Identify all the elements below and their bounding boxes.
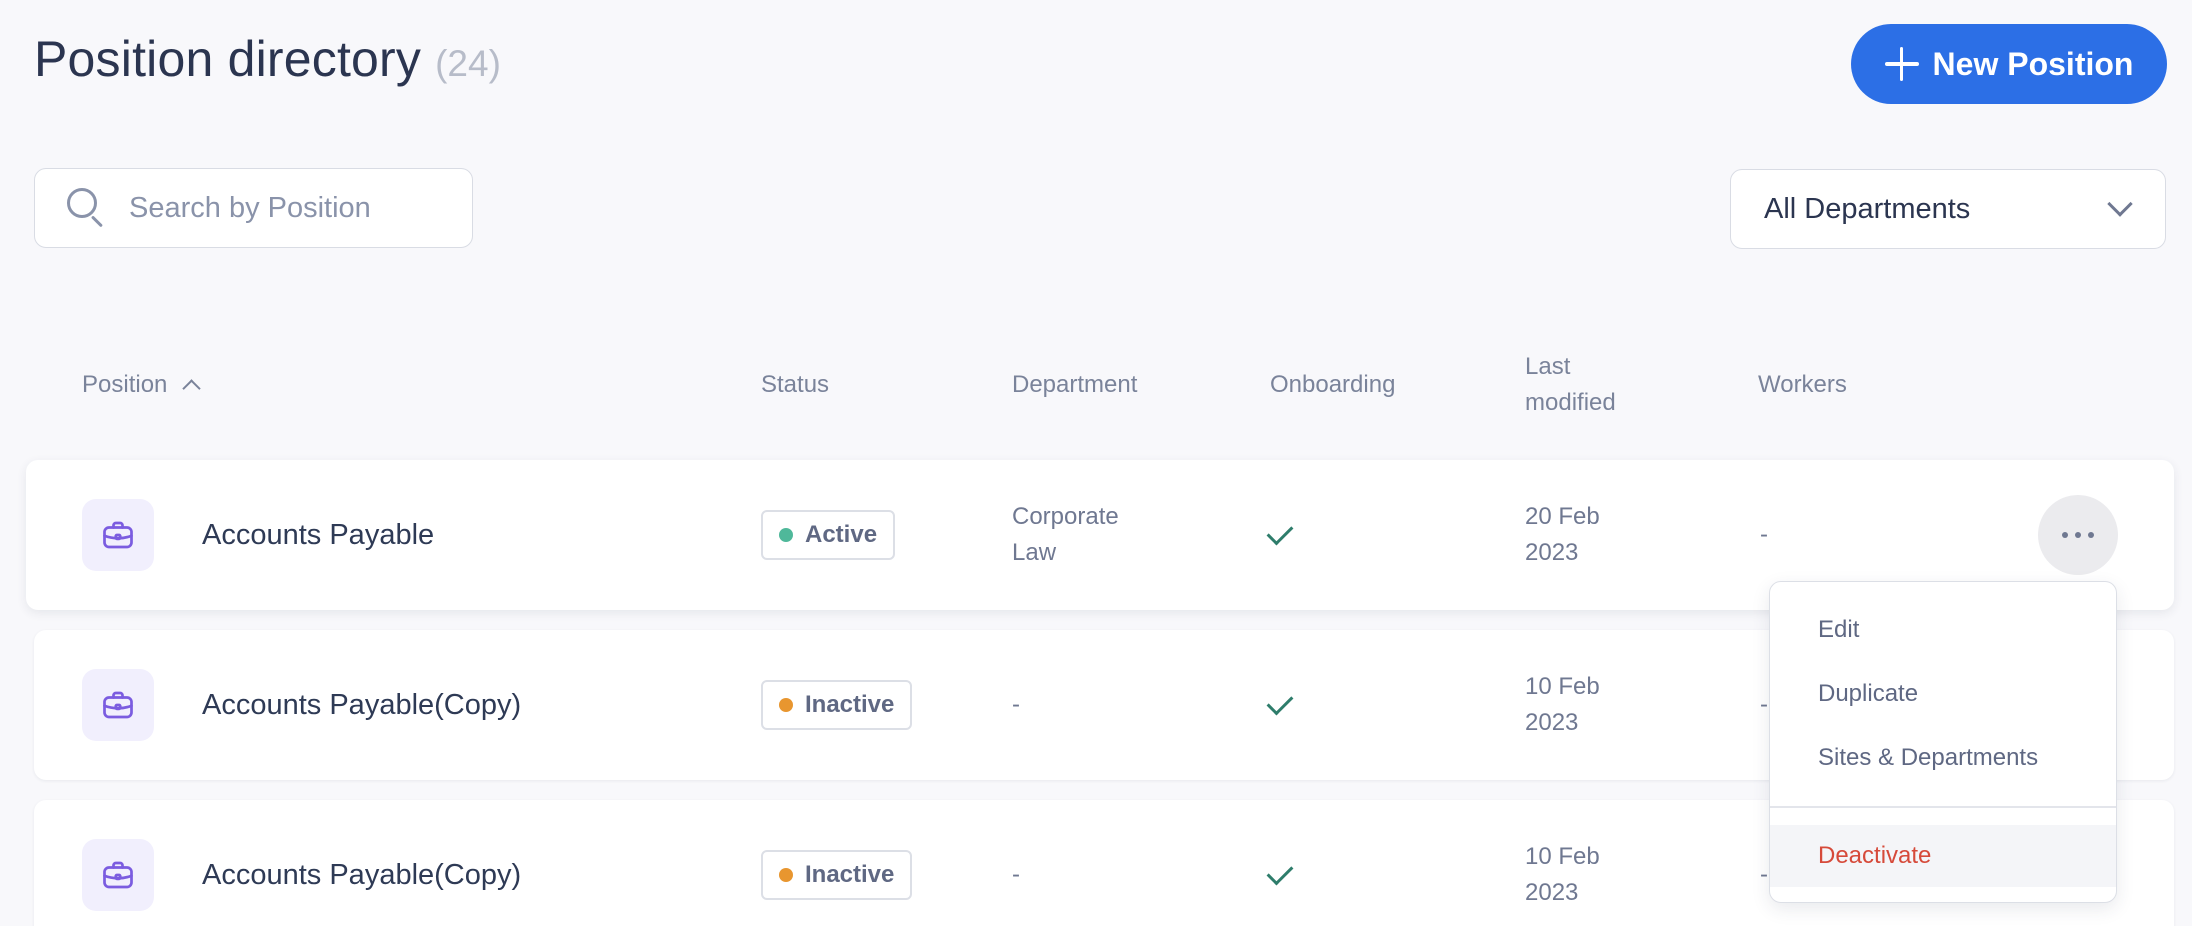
workers-cell: - xyxy=(1760,691,1768,718)
status-dot xyxy=(779,528,793,542)
last-modified-cell: 10 Feb 2023 xyxy=(1525,843,1600,906)
checkmark-icon xyxy=(1266,518,1294,546)
position-name[interactable]: Accounts Payable(Copy) xyxy=(202,687,521,723)
position-directory-page: Position directory (24) New Position All… xyxy=(0,0,2192,926)
column-header-onboarding: Onboarding xyxy=(1270,371,1396,398)
status-label: Inactive xyxy=(805,691,895,718)
department-filter-value: All Departments xyxy=(1764,192,1971,225)
status-badge: Inactive xyxy=(761,850,913,900)
last-modified-cell: 10 Feb 2023 xyxy=(1525,673,1600,736)
department-cell: - xyxy=(1012,691,1020,718)
chevron-up-icon xyxy=(182,379,202,398)
search-input[interactable] xyxy=(129,191,459,225)
status-badge: Inactive xyxy=(761,680,913,730)
menu-item-duplicate[interactable]: Duplicate xyxy=(1770,663,2116,725)
status-label: Inactive xyxy=(805,861,895,888)
column-header-workers: Workers xyxy=(1758,371,1847,398)
status-dot xyxy=(779,868,793,882)
briefcase-icon xyxy=(82,499,154,571)
status-badge: Active xyxy=(761,510,896,560)
workers-cell: - xyxy=(1760,861,1768,888)
department-filter-select[interactable]: All Departments xyxy=(1730,169,2166,249)
column-header-position[interactable]: Position xyxy=(82,367,202,403)
chevron-down-icon xyxy=(2107,191,2133,217)
checkmark-icon xyxy=(1266,858,1294,886)
position-name[interactable]: Accounts Payable(Copy) xyxy=(202,857,521,893)
menu-item-edit[interactable]: Edit xyxy=(1770,599,2116,661)
row-actions-menu: Edit Duplicate Sites & Departments Deact… xyxy=(1769,581,2117,903)
department-cell: Corporate Law xyxy=(1012,503,1119,566)
column-header-position-label: Position xyxy=(82,371,168,398)
new-position-button[interactable]: New Position xyxy=(1851,24,2167,104)
page-header: Position directory (24) xyxy=(34,30,501,88)
status-dot xyxy=(779,698,793,712)
column-header-department: Department xyxy=(1012,371,1138,398)
briefcase-icon xyxy=(82,839,154,911)
status-label: Active xyxy=(805,521,878,548)
workers-cell: - xyxy=(1760,521,1768,548)
briefcase-icon xyxy=(82,669,154,741)
more-horizontal-icon[interactable] xyxy=(2038,495,2118,575)
checkmark-icon xyxy=(1266,688,1294,716)
new-position-label: New Position xyxy=(1932,45,2134,82)
last-modified-cell: 20 Feb 2023 xyxy=(1525,503,1600,566)
menu-item-sites-departments[interactable]: Sites & Departments xyxy=(1770,727,2116,789)
menu-divider xyxy=(1770,806,2116,808)
menu-item-deactivate[interactable]: Deactivate xyxy=(1770,825,2116,887)
search-icon xyxy=(67,188,107,228)
column-header-last-modified: Last modified xyxy=(1525,353,1616,416)
search-box[interactable] xyxy=(34,168,473,248)
department-cell: - xyxy=(1012,861,1020,888)
column-header-status: Status xyxy=(761,371,830,398)
plus-icon xyxy=(1884,47,1919,81)
page-title: Position directory xyxy=(34,31,422,87)
position-count: (24) xyxy=(435,43,501,84)
position-name[interactable]: Accounts Payable xyxy=(202,517,434,553)
